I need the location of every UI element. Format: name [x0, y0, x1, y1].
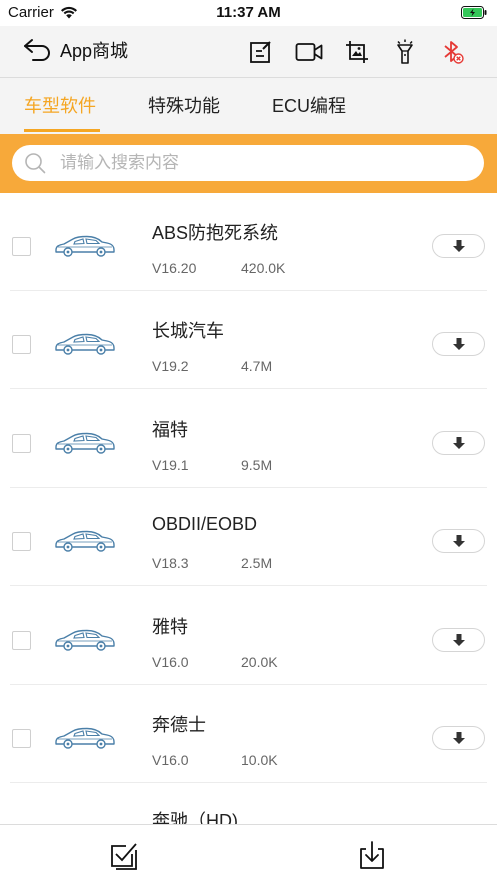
download-button[interactable] — [432, 431, 485, 455]
software-version: V16.0 — [152, 752, 189, 768]
download-button[interactable] — [432, 332, 485, 356]
tab-ecu-programming[interactable]: ECU编程 — [272, 92, 346, 118]
download-button[interactable] — [432, 628, 485, 652]
search-input[interactable] — [60, 153, 440, 173]
software-name: 福特 — [152, 420, 188, 440]
search-box[interactable] — [12, 145, 484, 181]
batch-download-button[interactable] — [356, 839, 388, 871]
software-version: V19.1 — [152, 457, 189, 473]
software-name: 奔驰（HD) — [152, 811, 238, 824]
select-checkbox[interactable] — [12, 532, 31, 551]
divider — [10, 585, 487, 586]
checkbox-select-icon — [111, 843, 137, 870]
list-item[interactable]: ABS防抱死系统 V16.20 420.0K — [0, 193, 497, 291]
divider — [10, 388, 487, 389]
active-tab-indicator — [24, 129, 100, 132]
software-version: V19.2 — [152, 358, 189, 374]
select-checkbox[interactable] — [12, 631, 31, 650]
page-title: App商城 — [60, 41, 129, 61]
clock: 11:37 AM — [216, 4, 281, 21]
software-size: 2.5M — [241, 555, 273, 571]
software-list: ABS防抱死系统 V16.20 420.0K 长城汽车 V19.2 4.7M 福… — [0, 193, 497, 824]
download-button[interactable] — [432, 234, 485, 258]
software-name: OBDII/EOBD — [152, 514, 258, 534]
battery-icon — [461, 6, 487, 19]
list-item[interactable]: 长城汽车 V19.2 4.7M — [0, 291, 497, 389]
car-icon — [55, 333, 115, 355]
download-arrow-icon — [452, 634, 465, 646]
bottom-toolbar — [0, 824, 497, 883]
software-name: 雅特 — [152, 617, 188, 637]
select-checkbox[interactable] — [12, 434, 31, 453]
list-item[interactable]: 奔驰（HD) — [0, 783, 497, 824]
select-all-button[interactable] — [107, 839, 139, 871]
download-arrow-icon — [452, 732, 465, 744]
download-arrow-icon — [452, 240, 465, 252]
software-name: 长城汽车 — [152, 321, 224, 341]
select-checkbox[interactable] — [12, 335, 31, 354]
tab-special-functions[interactable]: 特殊功能 — [148, 92, 220, 118]
category-tabs: 车型软件 特殊功能 ECU编程 — [0, 78, 497, 134]
list-item[interactable]: 福特 V19.1 9.5M — [0, 390, 497, 488]
download-tray-icon — [360, 841, 384, 869]
software-size: 10.0K — [241, 752, 278, 768]
download-arrow-icon — [452, 437, 465, 449]
back-arrow-icon — [24, 39, 50, 61]
search-bar — [0, 134, 497, 193]
video-camera-icon[interactable] — [295, 38, 323, 66]
select-checkbox[interactable] — [12, 237, 31, 256]
download-button[interactable] — [432, 529, 485, 553]
car-icon — [55, 235, 115, 257]
select-checkbox[interactable] — [12, 729, 31, 748]
software-size: 20.0K — [241, 654, 278, 670]
car-icon — [55, 727, 115, 749]
software-size: 9.5M — [241, 457, 273, 473]
list-item[interactable]: 奔德士 V16.0 10.0K — [0, 685, 497, 783]
flashlight-icon[interactable] — [391, 38, 419, 66]
navigation-bar: App商城 — [0, 26, 497, 78]
download-arrow-icon — [452, 535, 465, 547]
status-bar: Carrier 11:37 AM — [0, 0, 497, 26]
download-arrow-icon — [452, 338, 465, 350]
software-size: 4.7M — [241, 358, 273, 374]
bluetooth-disconnected-icon[interactable] — [439, 38, 467, 66]
list-item[interactable]: 雅特 V16.0 20.0K — [0, 587, 497, 685]
search-icon — [25, 153, 46, 174]
edit-icon[interactable] — [247, 38, 275, 66]
software-name: 奔德士 — [152, 715, 206, 735]
software-size: 420.0K — [241, 260, 286, 276]
software-version: V16.0 — [152, 654, 189, 670]
tab-vehicle-software[interactable]: 车型软件 — [24, 92, 96, 118]
software-version: V16.20 — [152, 260, 197, 276]
back-button[interactable]: App商城 — [22, 37, 128, 63]
software-version: V18.3 — [152, 555, 189, 571]
car-icon — [55, 629, 115, 651]
download-button[interactable] — [432, 726, 485, 750]
software-name: ABS防抱死系统 — [152, 223, 279, 243]
list-item[interactable]: OBDII/EOBD V18.3 2.5M — [0, 488, 497, 586]
screenshot-image-icon[interactable] — [343, 38, 371, 66]
car-icon — [55, 432, 115, 454]
car-icon — [55, 530, 115, 552]
